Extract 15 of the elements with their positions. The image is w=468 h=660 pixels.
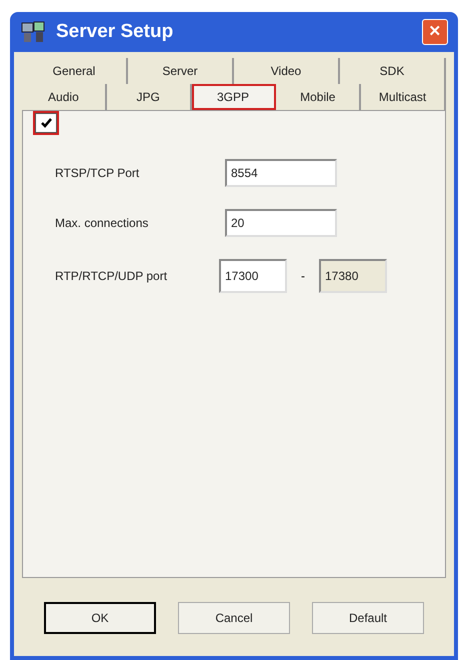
enable-checkbox[interactable]: [35, 113, 57, 133]
close-button[interactable]: ✕: [422, 19, 448, 45]
field-label: RTP/RTCP/UDP port: [55, 268, 168, 285]
range-separator: -: [301, 268, 305, 285]
text-field[interactable]: 20: [225, 209, 337, 237]
field-label: Max. connections: [55, 215, 150, 232]
field-label: RTSP/TCP Port: [55, 165, 140, 182]
dialog-button[interactable]: OK: [44, 602, 156, 634]
check-icon: [40, 118, 52, 128]
window-title: Server Setup: [56, 20, 174, 44]
dialog-button[interactable]: Cancel: [178, 602, 290, 634]
text-field[interactable]: 17300: [219, 259, 287, 293]
dialog-button[interactable]: Default: [312, 602, 424, 634]
tab[interactable]: 3GPP: [192, 84, 276, 110]
text-field[interactable]: 8554: [225, 159, 337, 187]
